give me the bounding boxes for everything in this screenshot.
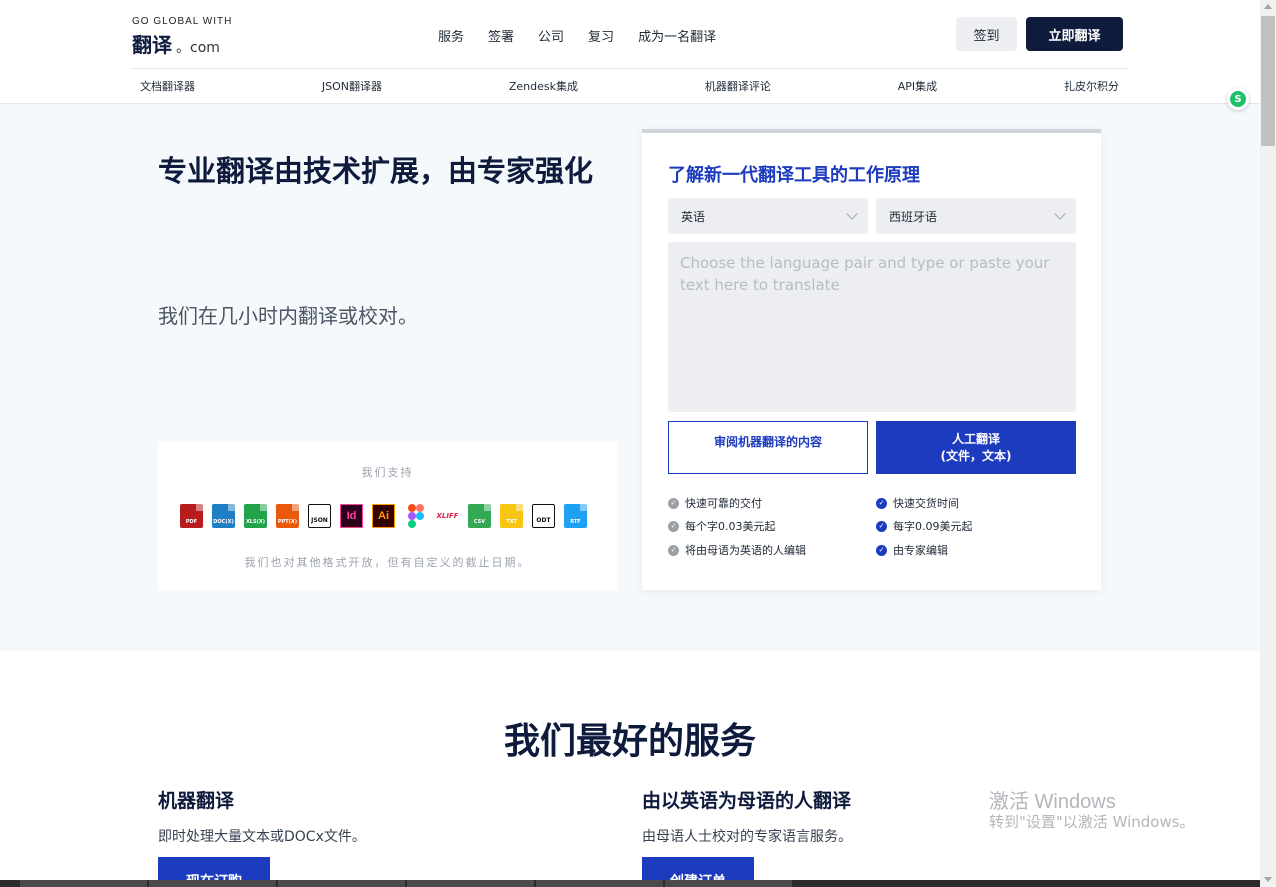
feature-right-3: ✓ 由专家编辑 — [876, 542, 948, 558]
feature-text: 快速可靠的交付 — [685, 497, 762, 510]
subnav-zapier[interactable]: 扎皮尔积分 — [1064, 78, 1119, 94]
logo-tagline: GO GLOBAL WITH — [132, 16, 233, 27]
site-logo[interactable]: GO GLOBAL WITH 翻译 。com — [132, 16, 232, 58]
target-language-select[interactable]: 西班牙语 — [876, 198, 1076, 234]
supported-formats-note: 我们也对其他格式开放，但有自定义的截止日期。 — [244, 556, 531, 569]
nav-company[interactable]: 公司 — [538, 26, 564, 45]
login-button[interactable]: 签到 — [956, 17, 1017, 51]
scroll-down-arrow-icon[interactable] — [1264, 877, 1272, 882]
feature-text: 每字0.09美元起 — [893, 520, 973, 533]
logo-domain: 。com — [176, 40, 220, 56]
feature-text: 将由母语为英语的人编辑 — [685, 544, 806, 557]
translation-text-input[interactable] — [668, 242, 1076, 412]
service-machine-heading: 机器翻译 — [158, 790, 235, 812]
check-circle-icon: ✓ — [668, 497, 679, 509]
check-circle-icon: ✓ — [668, 544, 679, 556]
services-title: 我们最好的服务 — [503, 721, 756, 762]
service-machine-desc: 即时处理大量文本或DOCx文件。 — [158, 829, 366, 845]
human-translation-sublabel: (文件，文本) — [940, 449, 1012, 463]
subnav-document-translator[interactable]: 文档翻译器 — [140, 78, 195, 94]
taskbar-item[interactable] — [20, 880, 147, 887]
feature-left-3: ✓ 将由母语为英语的人编辑 — [668, 542, 806, 558]
source-language-value: 英语 — [681, 209, 706, 224]
rtf-file-icon: RTF — [564, 504, 587, 528]
taskbar-item[interactable] — [665, 880, 792, 887]
subnav-zendesk[interactable]: Zendesk集成 — [509, 78, 578, 94]
subnav-api[interactable]: API集成 — [898, 78, 937, 94]
taskbar-item[interactable] — [407, 880, 534, 887]
windows-watermark-title: 激活 Windows — [989, 791, 1116, 813]
supported-formats-box: 我们支持 PDF DOC(X) XLS(X) PPT(X) JSON Id Ai… — [158, 442, 617, 590]
feature-right-2: ✓ 每字0.09美元起 — [876, 518, 973, 534]
chevron-down-icon — [846, 208, 858, 220]
feature-right-1: ✓ 快速交货时间 — [876, 495, 959, 511]
target-language-value: 西班牙语 — [889, 209, 938, 224]
scroll-up-arrow-icon[interactable] — [1264, 4, 1272, 9]
header-divider — [132, 68, 1127, 69]
nav-services[interactable]: 服务 — [438, 26, 464, 45]
subnav-mt-reviews[interactable]: 机器翻译评论 — [705, 78, 771, 94]
figma-logo-icon — [407, 504, 424, 528]
docx-file-icon: DOC(X) — [212, 504, 235, 528]
feature-left-2: ✓ 每个字0.03美元起 — [668, 518, 776, 534]
sub-nav: 文档翻译器 JSON翻译器 Zendesk集成 机器翻译评论 API集成 扎皮尔… — [132, 78, 1127, 94]
check-circle-icon: ✓ — [668, 520, 679, 532]
feature-left-1: ✓ 快速可靠的交付 — [668, 495, 762, 511]
format-icons: PDF DOC(X) XLS(X) PPT(X) JSON Id Ai XLIF… — [180, 504, 587, 528]
subnav-json-translator[interactable]: JSON翻译器 — [322, 78, 382, 94]
feature-text: 每个字0.03美元起 — [685, 520, 776, 533]
taskbar-item[interactable] — [278, 880, 405, 887]
odt-file-icon: ODT — [532, 504, 555, 528]
hero-subtitle: 我们在几小时内翻译或校对。 — [158, 304, 418, 328]
supported-formats-title: 我们支持 — [361, 466, 414, 479]
translation-card: 了解新一代翻译工具的工作原理 英语 西班牙语 审阅机器翻译的内容 人工翻译 (文… — [642, 129, 1101, 590]
logo-name-text: 翻译 — [132, 33, 172, 57]
pdf-file-icon: PDF — [180, 504, 203, 528]
service-native-heading: 由以英语为母语的人翻译 — [642, 790, 852, 812]
figma-icon — [404, 504, 427, 528]
json-file-icon: JSON — [308, 504, 331, 528]
site-header: GO GLOBAL WITH 翻译 。com 服务 签署 公司 复习 成为一名翻译… — [0, 0, 1260, 104]
csv-file-icon: CSV — [468, 504, 491, 528]
os-taskbar — [0, 880, 1260, 887]
taskbar-item[interactable] — [536, 880, 663, 887]
xliff-icon: XLIFF — [436, 512, 459, 520]
top-nav: 服务 签署 公司 复习 成为一名翻译 — [438, 26, 716, 45]
translate-now-button[interactable]: 立即翻译 — [1026, 17, 1123, 51]
check-circle-icon: ✓ — [876, 497, 887, 509]
feature-text: 由专家编辑 — [893, 544, 948, 557]
nav-reviews[interactable]: 复习 — [588, 26, 614, 45]
scrollbar-thumb[interactable] — [1261, 16, 1275, 146]
extension-badge[interactable]: S — [1227, 88, 1249, 110]
check-circle-icon: ✓ — [876, 520, 887, 532]
xlsx-file-icon: XLS(X) — [244, 504, 267, 528]
review-mt-button[interactable]: 审阅机器翻译的内容 — [668, 421, 868, 474]
check-circle-icon: ✓ — [876, 544, 887, 556]
illustrator-icon: Ai — [372, 504, 395, 528]
chevron-down-icon — [1054, 208, 1066, 220]
hero-title: 专业翻译由技术扩展，由专家强化 — [158, 154, 594, 188]
pptx-file-icon: PPT(X) — [276, 504, 299, 528]
service-native-desc: 由母语人士校对的专家语言服务。 — [642, 829, 852, 845]
feature-text: 快速交货时间 — [893, 497, 959, 510]
human-translation-button[interactable]: 人工翻译 (文件，文本) — [876, 421, 1076, 474]
indesign-icon: Id — [340, 504, 363, 528]
green-s-icon: S — [1230, 91, 1246, 107]
txt-file-icon: TXT — [500, 504, 523, 528]
human-translation-label: 人工翻译 — [951, 432, 1000, 446]
windows-watermark-subtitle: 转到"设置"以激活 Windows。 — [989, 813, 1195, 831]
source-language-select[interactable]: 英语 — [668, 198, 868, 234]
card-title: 了解新一代翻译工具的工作原理 — [668, 165, 920, 186]
logo-name: 翻译 。com — [132, 29, 232, 58]
taskbar-item[interactable] — [149, 880, 276, 887]
nav-become-translator[interactable]: 成为一名翻译 — [638, 26, 716, 45]
nav-signing[interactable]: 签署 — [488, 26, 514, 45]
